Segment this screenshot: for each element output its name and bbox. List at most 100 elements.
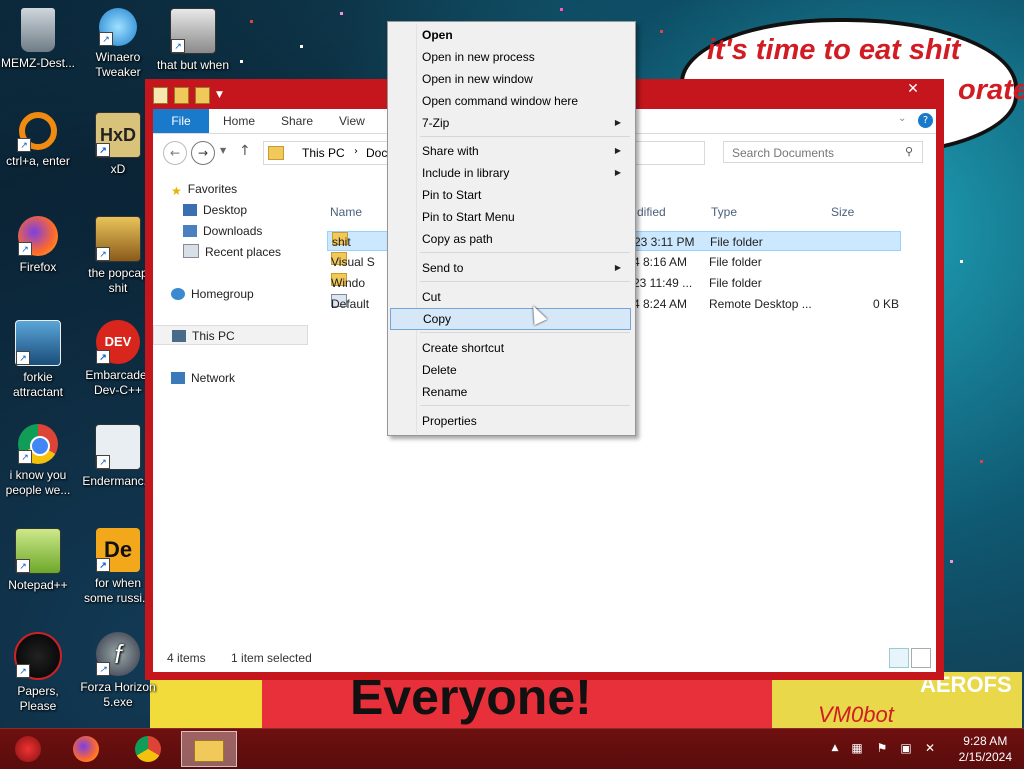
menu-item-copy[interactable]: Copy [390, 308, 631, 330]
taskbar-file-explorer[interactable] [181, 731, 237, 767]
close-button[interactable]: ✕ [890, 79, 936, 99]
up-button[interactable]: ↑ [239, 143, 251, 159]
column-header-date[interactable]: dified [637, 205, 666, 219]
nav-homegroup[interactable]: Homegroup [171, 284, 254, 304]
desktop-icon-winaero[interactable]: ↗ Winaero Tweaker [80, 8, 156, 80]
system-clock[interactable]: 9:28 AM 2/15/2024 [959, 733, 1012, 765]
menu-item-delete[interactable]: Delete [390, 359, 631, 381]
nav-desktop[interactable]: Desktop [183, 200, 247, 220]
breadcrumb-separator-icon: › [354, 146, 358, 157]
desktop-icon-that-but-when[interactable]: ↗ that but when [155, 8, 231, 73]
column-header-type[interactable]: Type [711, 205, 737, 219]
shortcut-arrow-icon: ↗ [96, 247, 110, 261]
desktop-icon-ctrl-a-enter[interactable]: ↗ ctrl+a, enter [0, 112, 76, 169]
file-date: 23 3:11 PM [634, 235, 695, 249]
shortcut-arrow-icon: ↗ [96, 143, 110, 157]
tab-file[interactable]: File [153, 109, 209, 133]
desktop-icon-papers-please[interactable]: ↗ Papers, Please [0, 632, 76, 714]
recent-locations-icon[interactable]: ▼ [220, 146, 226, 155]
shortcut-arrow-icon: ↗ [96, 455, 110, 469]
ribbon-expand-icon[interactable]: ⌄ [898, 113, 906, 124]
search-input[interactable]: Search Documents [723, 141, 923, 163]
tab-view[interactable]: View [339, 109, 365, 133]
show-hidden-icons-button[interactable]: ▲ [828, 741, 842, 755]
shortcut-arrow-icon: ↗ [17, 138, 31, 152]
endermanch-icon: ↗ [95, 424, 141, 470]
column-header-size[interactable]: Size [831, 205, 854, 219]
shortcut-arrow-icon: ↗ [99, 32, 113, 46]
menu-item-create-shortcut[interactable]: Create shortcut [390, 337, 631, 359]
popcap-icon: ↗ [95, 216, 141, 262]
speech-bubble-text-2: orate [958, 74, 1024, 106]
nav-favorites[interactable]: ★ Favorites [171, 179, 237, 199]
back-button[interactable]: ← [163, 141, 187, 165]
tray-network-icon[interactable]: ▣ [899, 741, 913, 755]
file-name: shit [332, 235, 351, 249]
details-view-button[interactable] [889, 648, 909, 668]
breadcrumb-this-pc[interactable]: This PC [302, 146, 345, 160]
nav-downloads[interactable]: Downloads [183, 221, 262, 241]
menu-item-pin-to-start-menu[interactable]: Pin to Start Menu [390, 206, 631, 228]
nav-recent-places[interactable]: Recent places [183, 242, 281, 262]
speech-bubble-text: it's time to eat shit [707, 34, 961, 66]
nav-label: Desktop [203, 203, 248, 217]
nav-label: Homegroup [191, 287, 254, 301]
desktop-icon-notepadpp[interactable]: ↗ Notepad++ [0, 528, 76, 593]
desktop-icon-chrome[interactable]: ↗ i know you people we... [0, 424, 76, 498]
menu-item-include-in-library[interactable]: Include in library ▶ [390, 162, 631, 184]
desktop-icon-label: ctrl+a, enter [6, 154, 70, 168]
submenu-arrow-icon: ▶ [614, 263, 621, 272]
menu-item-pin-to-start[interactable]: Pin to Start [390, 184, 631, 206]
network-icon [171, 372, 185, 384]
menu-item-share-with[interactable]: Share with ▶ [390, 140, 631, 162]
flash-icon: f ↗ [96, 632, 140, 676]
large-icons-view-button[interactable] [911, 648, 931, 668]
menu-item-copy-as-path[interactable]: Copy as path [390, 228, 631, 250]
menu-item-open[interactable]: Open [390, 24, 631, 46]
menu-item-rename[interactable]: Rename [390, 381, 631, 403]
help-icon[interactable]: ? [918, 113, 933, 128]
action-center-flag-icon[interactable]: ⚑ [875, 741, 889, 755]
taskbar-memz[interactable] [0, 731, 56, 767]
nav-network[interactable]: Network [171, 368, 235, 388]
desktop-icon-recycle-bin[interactable]: MEMZ-Dest... [0, 8, 76, 71]
submenu-arrow-icon: ▶ [614, 118, 621, 127]
properties-icon[interactable] [153, 86, 168, 104]
desktop-icon-label: Firefox [19, 260, 57, 274]
file-date: 4 8:16 AM [633, 255, 688, 269]
shortcut-arrow-icon: ↗ [171, 39, 185, 53]
submenu-arrow-icon: ▶ [614, 168, 621, 177]
menu-item-cut[interactable]: Cut [390, 286, 631, 308]
menu-item-open-command-window[interactable]: Open command window here [390, 90, 631, 112]
shortcut-arrow-icon: ↗ [96, 662, 110, 676]
menu-item-open-new-process[interactable]: Open in new process [390, 46, 631, 68]
file-name: Visual S [331, 255, 375, 269]
shortcut-arrow-icon: ↗ [96, 350, 110, 364]
file-name: Windo [331, 276, 366, 290]
windows-stack-icon: ↗ [170, 8, 216, 54]
menu-item-properties[interactable]: Properties [390, 410, 631, 432]
desktop-icon-label: Notepad++ [8, 578, 68, 592]
menu-item-send-to[interactable]: Send to ▶ [390, 257, 631, 279]
tray-network-devices-icon[interactable]: ▦ [850, 741, 864, 755]
forward-button[interactable]: → [191, 141, 215, 165]
volume-muted-icon[interactable]: ✕ [923, 741, 937, 755]
desktop-icon-forkie[interactable]: ↗ forkie attractant [0, 320, 76, 400]
menu-item-label: 7-Zip [422, 116, 450, 130]
taskbar-chrome[interactable] [120, 731, 176, 767]
tab-share[interactable]: Share [281, 109, 313, 133]
desktop-icon-firefox[interactable]: ↗ Firefox [0, 216, 76, 275]
column-header-name[interactable]: Name [330, 205, 362, 219]
menu-item-label: Share with [422, 144, 479, 158]
file-date: 4 8:24 AM [633, 297, 688, 311]
chevron-down-icon[interactable]: ▼ [216, 90, 223, 100]
taskbar-firefox[interactable] [58, 731, 114, 767]
new-folder-icon[interactable] [174, 86, 189, 104]
menu-item-open-new-window[interactable]: Open in new window [390, 68, 631, 90]
menu-item-7zip[interactable]: 7-Zip ▶ [390, 112, 631, 134]
folder-icon[interactable] [195, 86, 210, 104]
nav-this-pc[interactable]: This PC [153, 325, 308, 345]
taskbar: ▲ ▦ ⚑ ▣ ✕ 9:28 AM 2/15/2024 [0, 728, 1024, 769]
tab-home[interactable]: Home [223, 109, 255, 133]
nav-label: Recent places [205, 245, 282, 259]
